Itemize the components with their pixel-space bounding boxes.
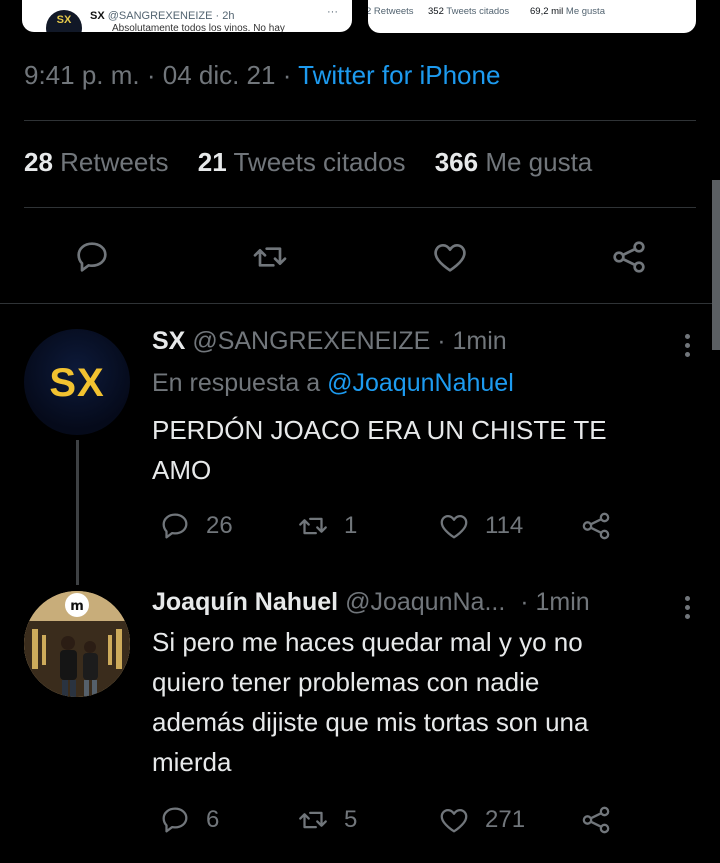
quotes-stat[interactable]: 21 Tweets citados — [198, 147, 406, 177]
share-button[interactable] — [609, 237, 649, 277]
embedded-stats-card: 2 Retweets 352 Tweets citados 69,2 mil M… — [368, 0, 696, 33]
scrollbar[interactable] — [712, 180, 720, 350]
embedded-avatar: SX — [46, 10, 82, 32]
author-handle: @SANGREXENEIZE — [192, 327, 431, 355]
retweet-count-button[interactable]: 5 — [296, 802, 357, 838]
like-count: 271 — [485, 806, 526, 833]
reply-button[interactable] — [72, 237, 112, 277]
embedded-quotes: 352 Tweets citados — [428, 6, 509, 17]
embedded-cards-strip: SX SX @SANGREXENEIZE · 2h ··· Absolutame… — [0, 0, 720, 34]
likes-stat[interactable]: 366 Me gusta — [435, 147, 593, 177]
embedded-quotes-num: 352 — [428, 6, 444, 17]
heart-icon — [434, 244, 466, 272]
retweet-arrows-icon — [253, 247, 287, 267]
reply-text-line: Si pero me haces quedar mal y yo no — [152, 627, 583, 657]
author-handle: @JoaqunNa... — [345, 588, 506, 616]
embedded-author-name: SX — [90, 10, 105, 22]
reply-text: Si pero me haces quedar mal y yo no quie… — [152, 622, 588, 782]
avatar[interactable]: m — [24, 591, 130, 697]
more-options-icon[interactable] — [685, 330, 690, 361]
share-button[interactable] — [579, 508, 627, 544]
likes-count: 366 — [434, 147, 479, 177]
divider — [0, 303, 720, 304]
retweet-arrows-icon — [299, 517, 327, 535]
reply-count: 26 — [206, 512, 233, 539]
embedded-likes-num: 69,2 mil — [530, 6, 564, 17]
retweet-button[interactable] — [250, 237, 290, 277]
profile-photo: m — [24, 591, 130, 697]
embedded-quotes-label: Tweets citados — [446, 6, 510, 17]
retweet-count-button[interactable]: 1 — [296, 508, 357, 544]
reply-author[interactable]: SX @SANGREXENEIZE · 1min — [152, 327, 507, 356]
reply-text-line: AMO — [152, 455, 212, 485]
share-button[interactable] — [579, 802, 627, 838]
retweets-label: Retweets — [60, 147, 169, 177]
embedded-tweet-card[interactable]: SX SX @SANGREXENEIZE · 2h ··· Absolutame… — [22, 0, 352, 32]
embedded-author-handle: @SANGREXENEIZE — [107, 10, 213, 22]
heart-icon — [440, 808, 468, 833]
reply-count: 6 — [206, 806, 220, 833]
divider — [24, 120, 696, 121]
embedded-author: SX @SANGREXENEIZE · 2h — [90, 10, 234, 22]
tweet-time[interactable]: 9:41 p. m. — [24, 60, 140, 90]
divider — [24, 207, 696, 208]
embedded-more-icon[interactable]: ··· — [327, 6, 338, 18]
reply-count-button[interactable]: 6 — [158, 802, 219, 838]
retweet-count: 5 — [344, 806, 358, 833]
tweet-stats: 28 Retweets 21 Tweets citados 366 Me gus… — [24, 147, 614, 178]
share-icon — [582, 512, 610, 540]
reply-to-line: En respuesta a @JoaqunNahuel — [152, 369, 514, 398]
author-name: SX — [152, 327, 186, 355]
embedded-likes: 69,2 mil Me gusta — [530, 6, 605, 17]
reply-author[interactable]: Joaquín Nahuel @JoaqunNa... · 1min — [152, 588, 590, 617]
more-options-icon[interactable] — [685, 592, 690, 623]
reply-text-line: PERDÓN JOACO ERA UN CHISTE TE — [152, 415, 607, 445]
like-button[interactable] — [430, 237, 470, 277]
speech-bubble-icon — [162, 513, 188, 539]
thread-line — [76, 440, 79, 585]
retweets-count: 28 — [24, 147, 53, 177]
avatar[interactable]: SX — [24, 329, 130, 435]
likes-label: Me gusta — [485, 147, 593, 177]
tweet-date[interactable]: 04 dic. 21 — [163, 60, 276, 90]
embedded-likes-label: Me gusta — [565, 6, 605, 17]
share-icon — [582, 806, 610, 834]
share-icon — [613, 241, 645, 273]
reply-time: · 1min — [437, 327, 507, 355]
reply-to-mention[interactable]: @JoaqunNahuel — [327, 369, 514, 397]
tweet-source[interactable]: Twitter for iPhone — [298, 60, 500, 90]
speech-bubble-icon — [162, 807, 188, 833]
speech-bubble-icon — [77, 242, 107, 272]
retweet-arrows-icon — [299, 811, 327, 829]
like-count: 114 — [485, 512, 524, 539]
retweets-stat[interactable]: 28 Retweets — [24, 147, 169, 177]
reply-to-prefix: En respuesta a — [152, 369, 321, 397]
retweet-count: 1 — [344, 512, 358, 539]
quotes-label: Tweets citados — [233, 147, 406, 177]
like-count-button[interactable]: 271 — [437, 802, 525, 838]
svg-text:m: m — [70, 599, 84, 614]
quotes-count: 21 — [197, 147, 227, 177]
reply-count-button[interactable]: 26 — [158, 508, 233, 544]
tweet-timestamp: 9:41 p. m. · 04 dic. 21 · Twitter for iP… — [24, 60, 501, 90]
author-name: Joaquín Nahuel — [152, 588, 339, 616]
heart-icon — [440, 514, 468, 539]
reply-text-line: mierda — [152, 747, 232, 777]
embedded-snippet: Absolutamente todos los vinos. No hay — [112, 23, 285, 32]
reply-text: PERDÓN JOACO ERA UN CHISTE TE AMO — [152, 410, 607, 490]
embedded-retweets: 2 Retweets — [368, 6, 414, 17]
reply-text-line: además dijiste que mis tortas son una — [152, 707, 589, 737]
sx-logo: SX — [49, 361, 105, 405]
like-count-button[interactable]: 114 — [437, 508, 523, 544]
reply-text-line: quiero tener problemas con nadie — [152, 667, 540, 697]
reply-time: · 1min — [520, 588, 590, 616]
embedded-time: · 2h — [215, 10, 235, 22]
